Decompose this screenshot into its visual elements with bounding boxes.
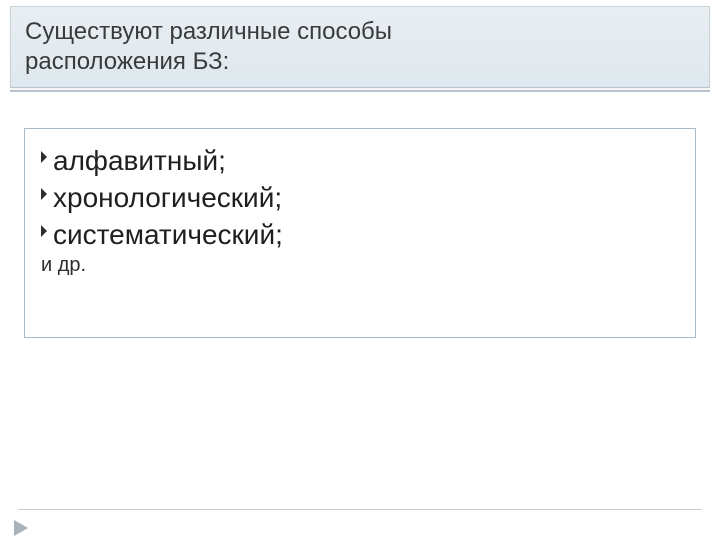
bullet-icon	[41, 180, 51, 208]
list-item: систематический;	[41, 217, 679, 252]
title-bar: Существуют различные способы расположени…	[10, 6, 710, 88]
title-underline	[10, 90, 710, 92]
footer-divider	[18, 509, 702, 510]
bullet-list: алфавитный; хронологический; систематиче…	[41, 143, 679, 252]
bullet-text: алфавитный;	[53, 143, 226, 178]
bullet-icon	[41, 217, 51, 245]
bullet-icon	[41, 143, 51, 171]
title-line-1: Существуют различные способы	[25, 17, 695, 47]
content-box: алфавитный; хронологический; систематиче…	[24, 128, 696, 338]
list-item: хронологический;	[41, 180, 679, 215]
bullet-text: хронологический;	[53, 180, 282, 215]
bullet-text: систематический;	[53, 217, 283, 252]
list-item: алфавитный;	[41, 143, 679, 178]
play-arrow-icon	[14, 520, 30, 536]
etc-label: и др.	[41, 254, 679, 277]
title-line-2: расположения БЗ:	[25, 47, 695, 77]
